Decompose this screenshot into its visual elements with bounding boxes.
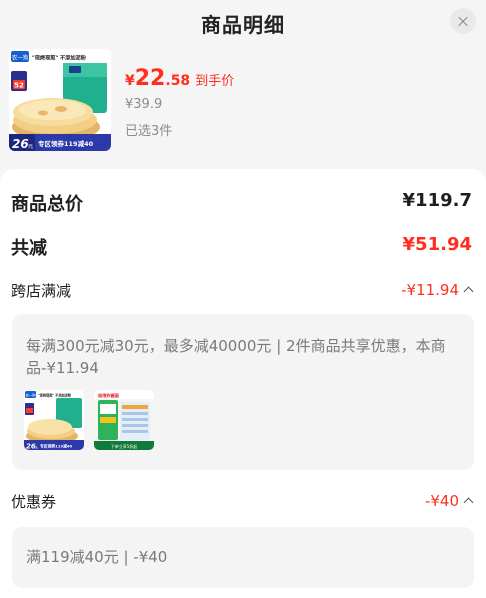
cross-store-thumb-2[interactable]: 极限炸酱面 下单立享5折起 [94, 390, 154, 450]
product-image: 农一狗 "现烤现煎" 不添加泥粉 52 26 元 专区领券119减40 [9, 49, 111, 151]
price-detail-panel: 商品总价 ¥119.7 共减 ¥51.94 跨店满减 -¥11.94 每满300… [0, 169, 486, 598]
svg-text:农一狗: 农一狗 [25, 392, 36, 397]
cross-store-detail-box: 每满300元减30元，最多减40000元 | 2件商品共享优惠，本商品-¥11.… [12, 314, 474, 470]
svg-text:专区领券119减40: 专区领券119减40 [38, 139, 94, 148]
original-price: ¥39.9 [125, 97, 163, 112]
coupon-detail-box: 满119减40元 | -¥40 [12, 527, 474, 588]
svg-text:极限炸酱面: 极限炸酱面 [98, 392, 120, 399]
cross-store-value-wrap: -¥11.94 [401, 280, 474, 299]
svg-text:52: 52 [14, 82, 24, 90]
coupon-value-wrap: -¥40 [424, 491, 474, 510]
coupon-row[interactable]: 优惠券 -¥40 [11, 491, 474, 513]
cross-store-row[interactable]: 跨店满减 -¥11.94 [11, 280, 474, 302]
discount-value: ¥51.94 [402, 234, 472, 255]
discount-row: 共减 ¥51.94 [11, 234, 472, 259]
svg-text:元: 元 [28, 144, 33, 150]
chevron-up-icon[interactable] [463, 286, 474, 297]
svg-text:"现烤现煎" 不添加泥粉: "现烤现煎" 不添加泥粉 [38, 392, 72, 397]
price-integer: 22 [134, 66, 166, 91]
svg-text:元: 元 [35, 446, 38, 450]
svg-text:26: 26 [12, 137, 29, 151]
discount-label: 共减 [11, 238, 47, 259]
selected-count: 已选3件 [125, 124, 173, 139]
detail-sheet: 商品明细 农一狗 "现烤现煎" 不添加泥粉 52 26 元 专区领券119减40… [0, 0, 486, 598]
total-price-label: 商品总价 [11, 194, 83, 215]
coupon-description: 满119减40元 | -¥40 [26, 548, 168, 566]
close-icon[interactable] [450, 8, 476, 34]
svg-text:下单立享5折起: 下单立享5折起 [111, 443, 138, 449]
coupon-label: 优惠券 [11, 493, 57, 511]
price-decimal: .58 [165, 73, 191, 89]
total-price-value: ¥119.7 [402, 190, 472, 211]
cross-store-description: 每满300元减30元，最多减40000元 | 2件商品共享优惠，本商品-¥11.… [26, 337, 446, 377]
page-title: 商品明细 [201, 13, 285, 37]
total-price-row: 商品总价 ¥119.7 [11, 190, 472, 215]
chevron-up-icon[interactable] [463, 497, 474, 508]
svg-text:农一狗: 农一狗 [12, 54, 29, 62]
coupon-value: -¥40 [424, 492, 459, 510]
price-symbol: ¥ [125, 73, 135, 89]
svg-text:"现烤现煎" 不添加泥粉: "现烤现煎" 不添加泥粉 [32, 54, 87, 62]
header: 商品明细 [0, 0, 486, 44]
cross-store-value: -¥11.94 [401, 281, 459, 299]
svg-text:专区领券119减40: 专区领券119减40 [40, 444, 73, 449]
final-price: ¥22.58 到手价 [125, 66, 234, 91]
cross-store-thumb-1[interactable]: 农一狗 "现烤现煎" 不添加泥粉 26 元 专区领券119减40 [24, 390, 84, 450]
price-tag: 到手价 [195, 74, 235, 89]
cross-store-label: 跨店满减 [11, 282, 72, 300]
